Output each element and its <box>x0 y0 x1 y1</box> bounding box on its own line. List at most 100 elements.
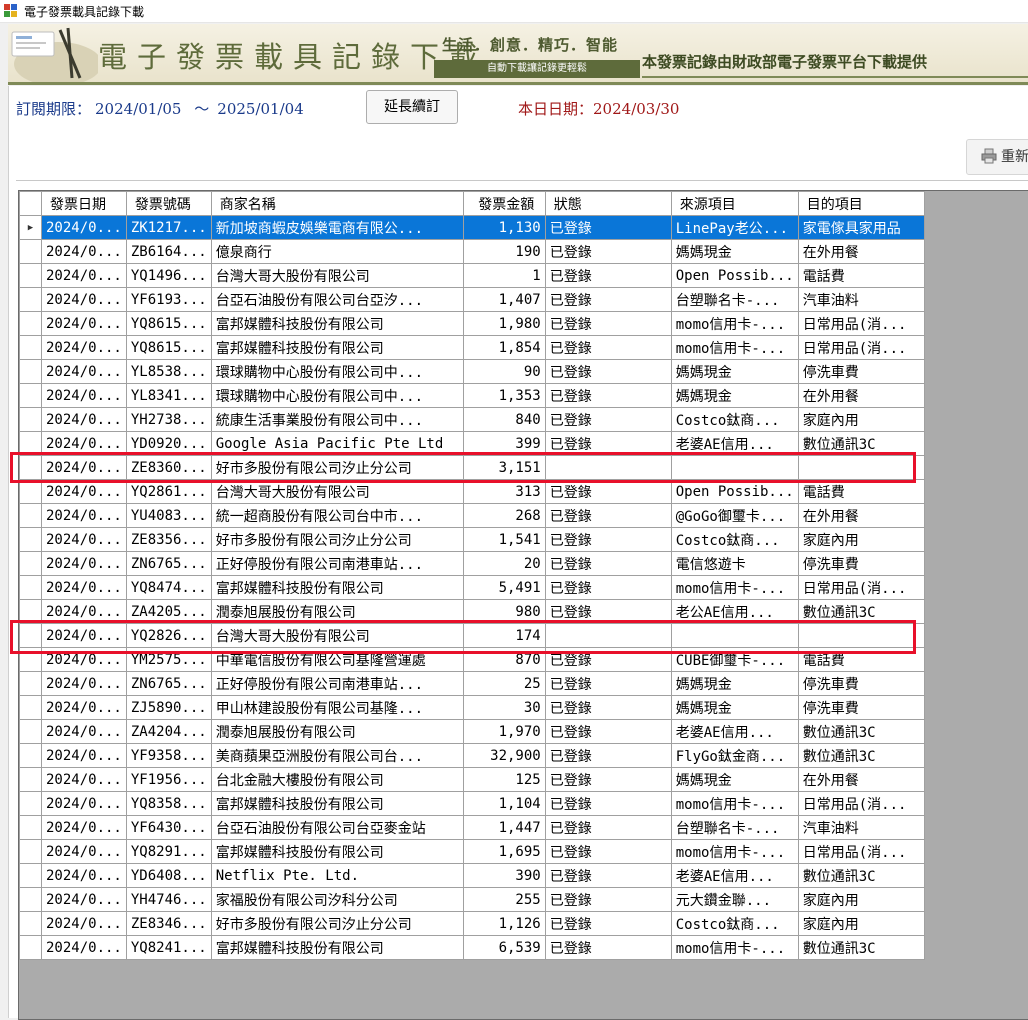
merchant-cell[interactable]: 甲山林建設股份有限公司基隆... <box>210 695 464 720</box>
invoice-no-cell[interactable]: YQ2826... <box>125 623 212 648</box>
source-cell[interactable]: Open Possib... <box>670 479 799 504</box>
invoice-no-cell[interactable]: ZB6164... <box>125 239 212 264</box>
merchant-cell[interactable]: 台灣大哥大股份有限公司 <box>210 623 464 648</box>
invoice-no-cell[interactable]: YQ1496... <box>125 263 212 288</box>
date-cell[interactable]: 2024/0... <box>41 791 127 816</box>
row-selector[interactable] <box>19 383 42 408</box>
target-cell[interactable]: 日常用品(消... <box>797 575 925 600</box>
amount-cell[interactable]: 399 <box>462 431 546 456</box>
target-cell[interactable] <box>797 623 925 648</box>
row-selector[interactable] <box>19 695 42 720</box>
invoice-no-cell[interactable]: ZK1217... <box>125 215 212 240</box>
amount-cell[interactable]: 3,151 <box>462 455 546 480</box>
merchant-cell[interactable]: 統一超商股份有限公司台中市... <box>210 503 464 528</box>
merchant-cell[interactable]: 環球購物中心股份有限公司中... <box>210 383 464 408</box>
table-row[interactable]: 2024/0... YH4746... 家福股份有限公司汐科分公司 255 已登錄 元大鑽… <box>19 887 925 912</box>
column-header-merchant[interactable]: 商家名稱 <box>210 191 464 216</box>
status-cell[interactable]: 已登錄 <box>544 431 672 456</box>
refresh-button[interactable]: 重新 <box>966 139 1028 175</box>
table-row[interactable]: 2024/0... YQ2826... 台灣大哥大股份有限公司 174 <box>19 623 925 648</box>
table-row[interactable]: 2024/0... ZN6765... 正好停股份有限公司南港車站... 25 已登錄媽… <box>19 671 925 696</box>
merchant-cell[interactable]: 富邦媒體科技股份有限公司 <box>210 791 464 816</box>
source-cell[interactable]: 媽媽現金 <box>670 383 799 408</box>
merchant-cell[interactable]: 富邦媒體科技股份有限公司 <box>210 335 464 360</box>
column-header-source[interactable]: 來源項目 <box>670 191 799 216</box>
amount-cell[interactable]: 268 <box>462 503 546 528</box>
row-selector[interactable] <box>19 863 42 888</box>
status-cell[interactable]: 已登錄 <box>544 479 672 504</box>
invoice-no-cell[interactable]: ZE8356... <box>125 527 212 552</box>
table-row[interactable]: 2024/0... ZJ5890... 甲山林建設股份有限公司基隆... 30 已登錄媽… <box>19 695 925 720</box>
date-cell[interactable]: 2024/0... <box>41 647 127 672</box>
target-cell[interactable]: 數位通訊3C <box>797 863 925 888</box>
amount-cell[interactable]: 5,491 <box>462 575 546 600</box>
invoice-no-cell[interactable]: YH4746... <box>125 887 212 912</box>
row-selector[interactable] <box>19 911 42 936</box>
table-row[interactable]: ▶ 2024/0... ZK1217... 新加坡商蝦皮娛樂電商有限公... 1,130… <box>19 215 925 240</box>
date-cell[interactable]: 2024/0... <box>41 335 127 360</box>
status-cell[interactable]: 已登錄 <box>544 935 672 960</box>
status-cell[interactable]: 已登錄 <box>544 263 672 288</box>
invoice-no-cell[interactable]: YH2738... <box>125 407 212 432</box>
row-selector[interactable] <box>19 791 42 816</box>
amount-cell[interactable]: 25 <box>462 671 546 696</box>
source-cell[interactable]: momo信用卡-... <box>670 311 799 336</box>
amount-cell[interactable]: 190 <box>462 239 546 264</box>
date-cell[interactable]: 2024/0... <box>41 743 127 768</box>
date-cell[interactable]: 2024/0... <box>41 767 127 792</box>
merchant-cell[interactable]: Google Asia Pacific Pte Ltd <box>210 431 464 456</box>
invoice-no-cell[interactable]: YQ8358... <box>125 791 212 816</box>
date-cell[interactable]: 2024/0... <box>41 383 127 408</box>
amount-cell[interactable]: 1,541 <box>462 527 546 552</box>
invoice-no-cell[interactable]: ZA4205... <box>125 599 212 624</box>
row-selector[interactable] <box>19 887 42 912</box>
invoice-no-cell[interactable]: YF6193... <box>125 287 212 312</box>
invoice-no-cell[interactable]: YQ8615... <box>125 335 212 360</box>
row-selector[interactable] <box>19 671 42 696</box>
row-selector[interactable] <box>19 647 42 672</box>
date-cell[interactable]: 2024/0... <box>41 407 127 432</box>
date-cell[interactable]: 2024/0... <box>41 839 127 864</box>
amount-cell[interactable]: 313 <box>462 479 546 504</box>
table-row[interactable]: 2024/0... ZE8356... 好市多股份有限公司汐止分公司 1,541 已登錄… <box>19 527 925 552</box>
amount-cell[interactable]: 1,447 <box>462 815 546 840</box>
invoice-no-cell[interactable]: YQ2861... <box>125 479 212 504</box>
table-row[interactable]: 2024/0... YF9358... 美商蘋果亞洲股份有限公司台... 32,900… <box>19 743 925 768</box>
invoice-no-cell[interactable]: ZJ5890... <box>125 695 212 720</box>
amount-cell[interactable]: 1,130 <box>462 215 546 240</box>
status-cell[interactable]: 已登錄 <box>544 599 672 624</box>
invoice-no-cell[interactable]: YL8341... <box>125 383 212 408</box>
merchant-cell[interactable]: 台亞石油股份有限公司台亞汐... <box>210 287 464 312</box>
invoice-no-cell[interactable]: YD6408... <box>125 863 212 888</box>
column-header-target[interactable]: 目的項目 <box>797 191 925 216</box>
invoice-no-cell[interactable]: ZN6765... <box>125 671 212 696</box>
target-cell[interactable]: 數位通訊3C <box>797 599 925 624</box>
merchant-cell[interactable]: 台灣大哥大股份有限公司 <box>210 263 464 288</box>
amount-cell[interactable]: 1,980 <box>462 311 546 336</box>
date-cell[interactable]: 2024/0... <box>41 311 127 336</box>
row-selector[interactable] <box>19 719 42 744</box>
amount-cell[interactable]: 20 <box>462 551 546 576</box>
status-cell[interactable]: 已登錄 <box>544 383 672 408</box>
merchant-cell[interactable]: 正好停股份有限公司南港車站... <box>210 671 464 696</box>
source-cell[interactable]: 台塑聯名卡-... <box>670 815 799 840</box>
invoice-no-cell[interactable]: YQ8241... <box>125 935 212 960</box>
merchant-cell[interactable]: 統康生活事業股份有限公司中... <box>210 407 464 432</box>
status-cell[interactable]: 已登錄 <box>544 359 672 384</box>
date-cell[interactable]: 2024/0... <box>41 215 127 240</box>
target-cell[interactable]: 家庭內用 <box>797 407 925 432</box>
merchant-cell[interactable]: 家福股份有限公司汐科分公司 <box>210 887 464 912</box>
invoice-no-cell[interactable]: YM2575... <box>125 647 212 672</box>
table-row[interactable]: 2024/0... ZE8360... 好市多股份有限公司汐止分公司 3,151 <box>19 455 925 480</box>
status-cell[interactable] <box>544 455 672 480</box>
table-row[interactable]: 2024/0... YF6430... 台亞石油股份有限公司台亞麥金站 1,447 已登… <box>19 815 925 840</box>
date-cell[interactable]: 2024/0... <box>41 527 127 552</box>
source-cell[interactable]: momo信用卡-... <box>670 575 799 600</box>
target-cell[interactable]: 數位通訊3C <box>797 743 925 768</box>
merchant-cell[interactable]: 潤泰旭展股份有限公司 <box>210 719 464 744</box>
source-cell[interactable]: 老婆AE信用... <box>670 863 799 888</box>
amount-cell[interactable]: 125 <box>462 767 546 792</box>
source-cell[interactable]: Costco鈦商... <box>670 407 799 432</box>
table-row[interactable]: 2024/0... YQ1496... 台灣大哥大股份有限公司 1 已登錄 Open Po… <box>19 263 925 288</box>
merchant-cell[interactable]: 台北金融大樓股份有限公司 <box>210 767 464 792</box>
